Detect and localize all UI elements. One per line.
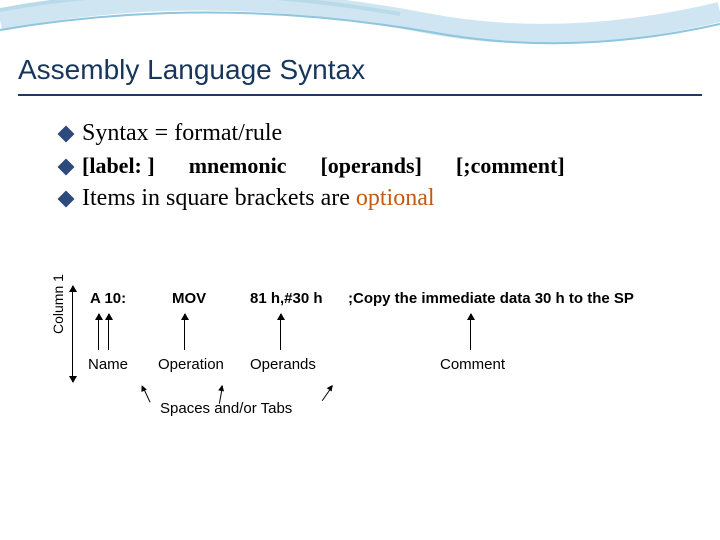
ex-mnemonic: MOV: [172, 290, 206, 307]
bullet-icon: [58, 159, 75, 176]
column1-extent-arrow: [72, 286, 73, 382]
fmt-mnemonic: mnemonic: [189, 153, 287, 178]
fmt-comment: [;comment]: [456, 153, 565, 178]
optional-prefix: Items in square brackets are: [82, 185, 356, 211]
lbl-name: Name: [88, 356, 128, 373]
bullet-optional: Items in square brackets are optional: [82, 185, 435, 212]
fmt-operands: [operands]: [320, 153, 421, 178]
spaces-label: Spaces and/or Tabs: [160, 400, 292, 417]
slide-title: Assembly Language Syntax: [18, 54, 365, 86]
bullet-icon: [58, 126, 75, 143]
lbl-operands: Operands: [250, 356, 316, 373]
arrow-up-icon: [280, 314, 281, 350]
ex-label: A 10:: [90, 290, 126, 307]
bullet-icon: [58, 191, 75, 208]
fmt-label: [label: ]: [82, 153, 155, 178]
arrow-up-icon: [184, 314, 185, 350]
title-rule: [18, 94, 702, 96]
optional-word: optional: [356, 185, 435, 211]
bullet-list: Syntax = format/rule [label: ] mnemonic [o…: [60, 120, 680, 218]
arrow-up-icon: [98, 314, 99, 350]
ex-operands: 81 h,#30 h: [250, 290, 323, 307]
lbl-operation: Operation: [158, 356, 224, 373]
arrow-up-icon: [470, 314, 471, 350]
bullet-format: [label: ] mnemonic [operands] [;comment]: [82, 153, 565, 179]
bullet-syntax: Syntax = format/rule: [82, 120, 282, 147]
column1-label: Column 1: [50, 274, 66, 334]
ex-comment: ;Copy the immediate data 30 h to the SP: [348, 290, 634, 307]
lbl-comment: Comment: [440, 356, 505, 373]
arrow-up-icon: [108, 314, 109, 350]
